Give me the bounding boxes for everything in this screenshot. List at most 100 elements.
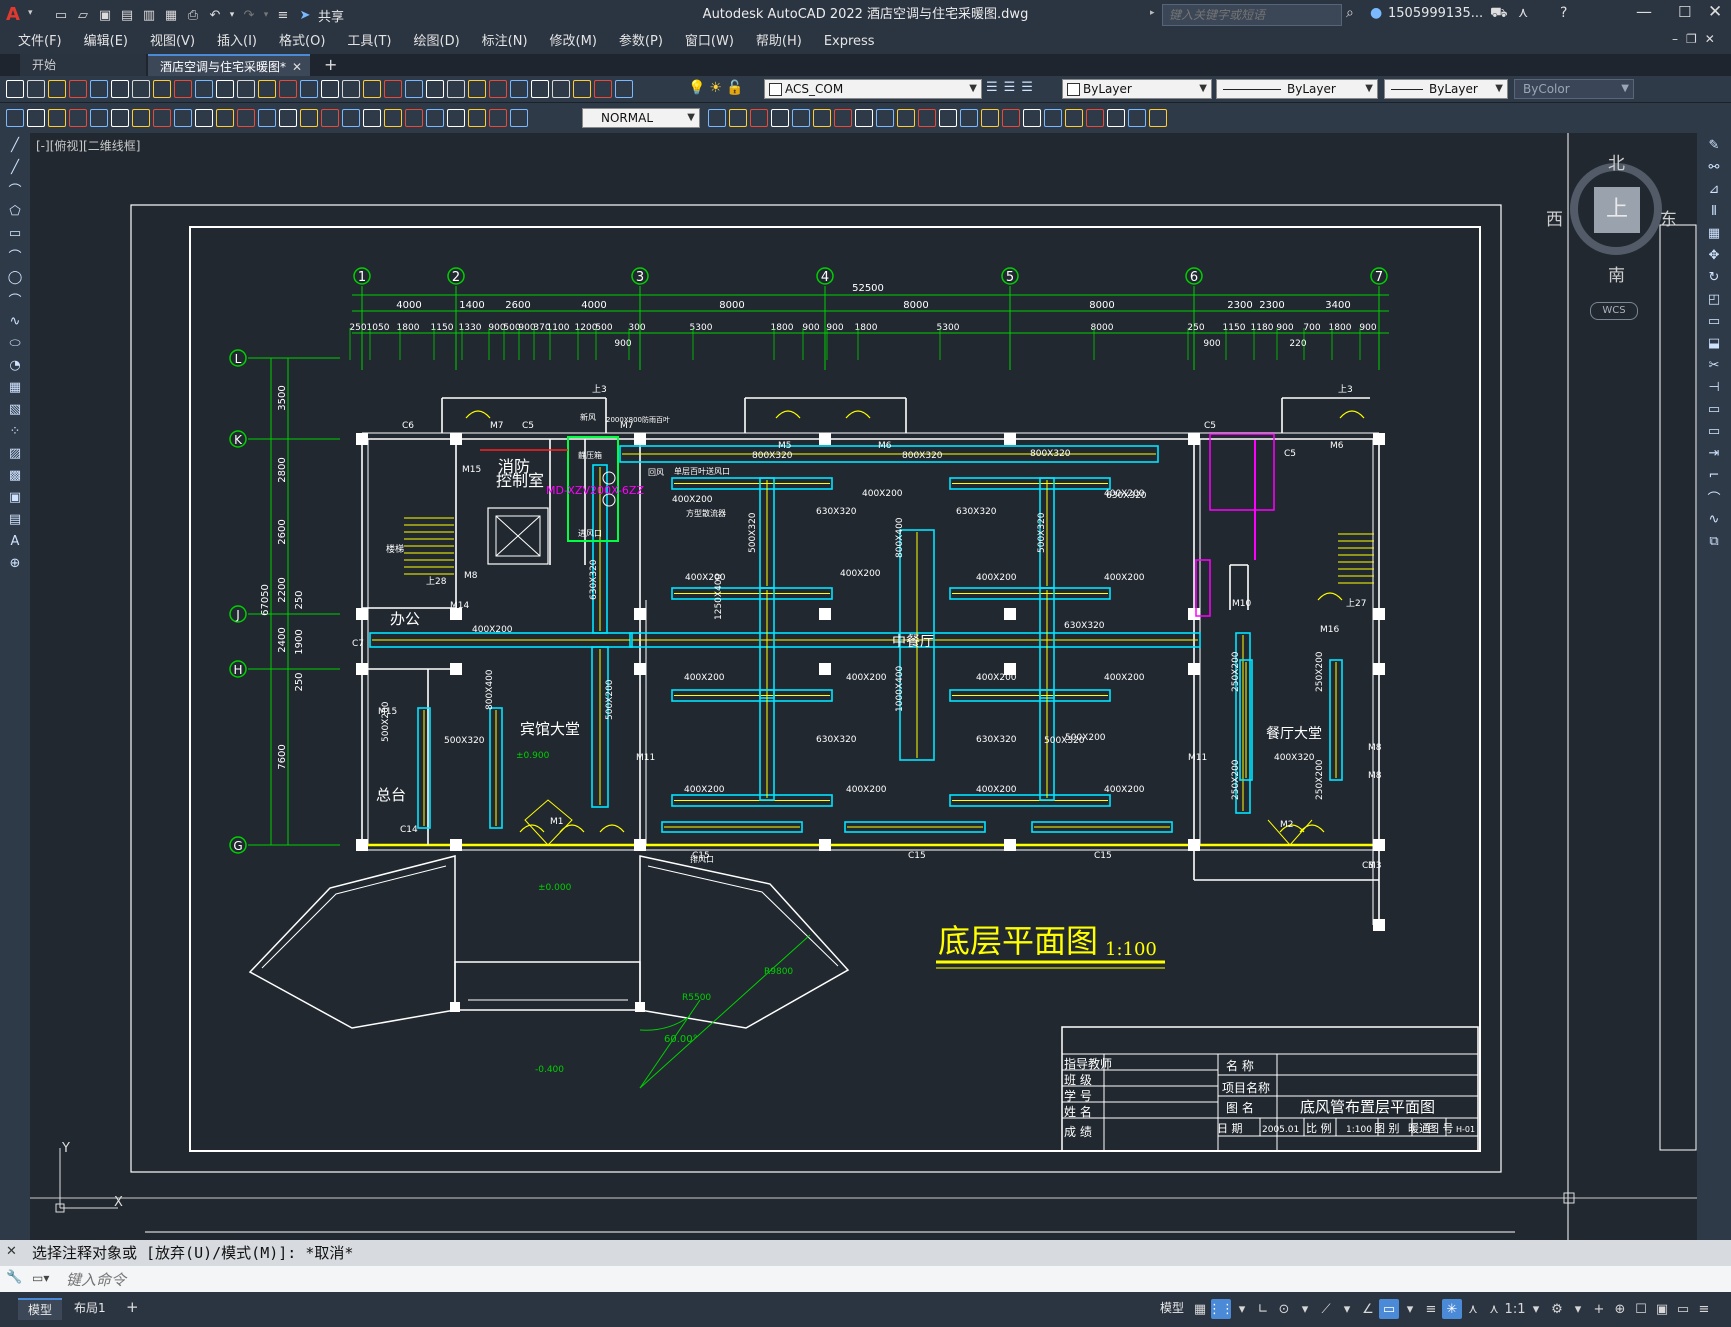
model-space-button[interactable]: 模型 (1150, 1298, 1194, 1318)
doc-window-controls-icon[interactable]: –❐✕ (1672, 32, 1723, 46)
modify-tool-icon[interactable]: ▦ (1704, 223, 1724, 243)
status-toggle-icon[interactable]: ≡ (1421, 1299, 1441, 1319)
standard-tool-icon[interactable] (447, 80, 465, 98)
dimension-tool-icon[interactable] (195, 109, 213, 127)
status-toggle-icon[interactable]: ∠ (1358, 1299, 1378, 1319)
command-close-icon[interactable]: ✕ (6, 1244, 17, 1259)
status-toggle-icon[interactable]: ∟ (1253, 1299, 1273, 1319)
standard-tool-icon[interactable] (132, 80, 150, 98)
cad-drawing[interactable]: 1 2 3 4 5 6 7 L K J H G 52500 4000 1400 2600 4000 8000 80… (30, 133, 1697, 1240)
standard-tool-icon[interactable] (510, 80, 528, 98)
modify-tool-icon[interactable]: ⇥ (1704, 443, 1724, 463)
draw-tool-icon[interactable]: ⬭ (5, 333, 25, 353)
standard-tool-icon[interactable] (489, 80, 507, 98)
status-toggle-icon[interactable]: ✳ (1442, 1299, 1462, 1319)
menu-item-1[interactable]: 编辑(E) (73, 30, 139, 54)
modify-tool-icon[interactable] (792, 109, 810, 127)
modify-tool-icon[interactable] (834, 109, 852, 127)
linetype-dropdown[interactable]: ByLayer ▼ (1216, 79, 1378, 99)
status-toggle-icon[interactable]: ▾ (1295, 1299, 1315, 1319)
dimension-tool-icon[interactable] (237, 109, 255, 127)
command-input[interactable] (64, 1268, 1708, 1292)
dimension-tool-icon[interactable] (48, 109, 66, 127)
standard-tool-icon[interactable] (300, 80, 318, 98)
modify-tool-icon[interactable] (939, 109, 957, 127)
dimension-tool-icon[interactable] (363, 109, 381, 127)
menu-item-3[interactable]: 插入(I) (206, 30, 268, 54)
standard-tool-icon[interactable] (27, 80, 45, 98)
plotstyle-dropdown[interactable]: ByColor ▼ (1514, 79, 1634, 99)
modify-tool-icon[interactable]: ⌐ (1704, 465, 1724, 485)
viewcube[interactable]: 上 北 南 东 西 (1546, 154, 1677, 286)
menu-item-6[interactable]: 绘图(D) (403, 30, 471, 54)
standard-tool-icon[interactable] (321, 80, 339, 98)
modify-tool-icon[interactable]: ▭ (1704, 311, 1724, 331)
modify-tool-icon[interactable]: ↻ (1704, 267, 1724, 287)
status-toggle-icon[interactable]: + (1589, 1299, 1609, 1319)
open-web-icon[interactable]: ▥ (140, 6, 158, 24)
standard-tool-icon[interactable] (48, 80, 66, 98)
wcs-menu[interactable]: WCS (1590, 302, 1638, 320)
search-input[interactable] (1162, 4, 1342, 26)
menu-item-8[interactable]: 修改(M) (539, 30, 608, 54)
standard-tool-icon[interactable] (174, 80, 192, 98)
modify-tool-icon[interactable]: ✥ (1704, 245, 1724, 265)
save-as-icon[interactable]: ▤ (118, 6, 136, 24)
undo-dropdown-icon[interactable]: ▾ (228, 6, 236, 24)
draw-tool-icon[interactable]: ◯ (5, 267, 25, 287)
open-icon[interactable]: ▱ (74, 6, 92, 24)
dimension-tool-icon[interactable] (111, 109, 129, 127)
modify-tool-icon[interactable] (750, 109, 768, 127)
dimension-tool-icon[interactable] (510, 109, 528, 127)
status-toggle-icon[interactable]: ▾ (1337, 1299, 1357, 1319)
dimension-tool-icon[interactable] (258, 109, 276, 127)
standard-tool-icon[interactable] (195, 80, 213, 98)
autodesk-app-icon[interactable]: ⋏ (1518, 5, 1528, 21)
modify-tool-icon[interactable] (1023, 109, 1041, 127)
draw-tool-icon[interactable]: ▨ (5, 443, 25, 463)
tab-active-drawing[interactable]: 酒店空调与住宅采暖图* ✕ (148, 54, 310, 76)
modify-tool-icon[interactable] (729, 109, 747, 127)
wrench-icon[interactable]: 🔧 (6, 1270, 22, 1285)
status-toggle-icon[interactable]: ⟋ (1316, 1299, 1336, 1319)
annotation-scale[interactable]: 1:1 (1505, 1299, 1526, 1319)
modify-tool-icon[interactable]: ∿ (1704, 509, 1724, 529)
modify-tool-icon[interactable] (1002, 109, 1020, 127)
standard-tool-icon[interactable] (258, 80, 276, 98)
layer-state-icons[interactable]: 💡☀🔓 (688, 80, 747, 96)
draw-tool-icon[interactable]: ╱ (5, 135, 25, 155)
status-toggle-icon[interactable]: ▾ (1568, 1299, 1588, 1319)
help-icon[interactable]: ? (1560, 5, 1567, 21)
menu-item-2[interactable]: 视图(V) (139, 30, 206, 54)
modify-tool-icon[interactable] (1065, 109, 1083, 127)
modify-tool-icon[interactable]: ⚯ (1704, 157, 1724, 177)
standard-tool-icon[interactable] (153, 80, 171, 98)
modify-tool-icon[interactable]: ⊿ (1704, 179, 1724, 199)
modify-tool-icon[interactable] (1086, 109, 1104, 127)
modify-tool-icon[interactable] (771, 109, 789, 127)
layer-tools-icons[interactable]: ☰☰☰ (986, 80, 1039, 95)
dimension-tool-icon[interactable] (300, 109, 318, 127)
modify-tool-icon[interactable]: ⬓ (1704, 333, 1724, 353)
layout1-tab[interactable]: 布局1 (64, 1298, 116, 1318)
draw-tool-icon[interactable]: ⌒ (5, 179, 25, 199)
draw-tool-icon[interactable]: ▣ (5, 487, 25, 507)
dimstyle-dropdown[interactable]: NORMAL ▼ (582, 108, 700, 128)
modify-tool-icon[interactable]: ▭ (1704, 399, 1724, 419)
menu-item-4[interactable]: 格式(O) (268, 30, 336, 54)
standard-tool-icon[interactable] (6, 80, 24, 98)
command-prompt-icon[interactable]: ▭▾ (32, 1271, 49, 1285)
dimension-tool-icon[interactable] (27, 109, 45, 127)
modify-tool-icon[interactable]: ⧉ (1704, 531, 1724, 551)
standard-tool-icon[interactable] (279, 80, 297, 98)
dimension-tool-icon[interactable] (69, 109, 87, 127)
status-toggle-icon[interactable]: ⋏ (1463, 1299, 1483, 1319)
modify-tool-icon[interactable] (1149, 109, 1167, 127)
menu-item-7[interactable]: 标注(N) (471, 30, 539, 54)
redo-icon[interactable]: ↷ (240, 6, 258, 24)
dimension-tool-icon[interactable] (132, 109, 150, 127)
dimension-tool-icon[interactable] (489, 109, 507, 127)
dimension-tool-icon[interactable] (90, 109, 108, 127)
modify-tool-icon[interactable] (708, 109, 726, 127)
draw-tool-icon[interactable]: ▦ (5, 377, 25, 397)
